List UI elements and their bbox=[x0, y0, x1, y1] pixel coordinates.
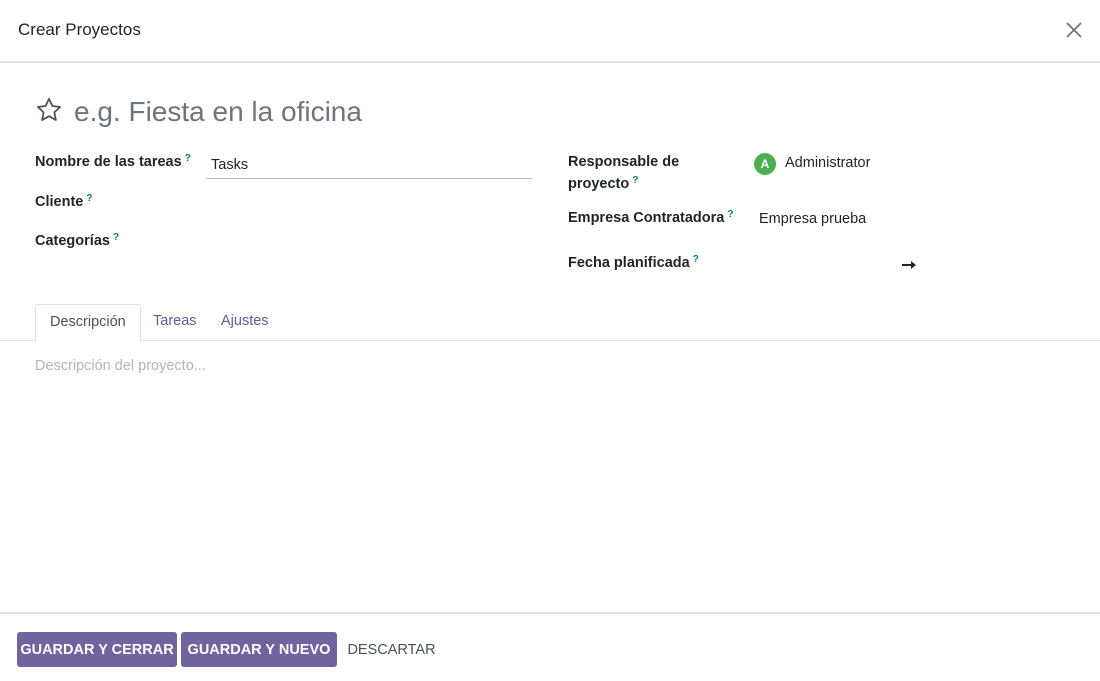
dialog-header: Crear Proyectos bbox=[0, 0, 1100, 63]
categories-field[interactable] bbox=[206, 230, 532, 254]
tab-tareas[interactable]: Tareas bbox=[139, 304, 211, 341]
close-icon[interactable] bbox=[1064, 20, 1084, 40]
date-end-field[interactable] bbox=[922, 253, 1062, 277]
notebook-tabs: Descripción Tareas Ajustes bbox=[0, 304, 1100, 342]
dialog-title: Crear Proyectos bbox=[18, 20, 141, 39]
planned-date-label: Fecha planificada? bbox=[568, 252, 699, 274]
task-name-label-text: Nombre de las tareas bbox=[35, 154, 182, 170]
company-field[interactable]: Empresa prueba bbox=[759, 211, 866, 227]
company-label: Empresa Contratadora? bbox=[568, 207, 733, 229]
discard-button[interactable]: DESCARTAR bbox=[341, 632, 442, 667]
categories-label-text: Categorías bbox=[35, 233, 110, 249]
project-name-input[interactable] bbox=[74, 92, 774, 132]
help-icon[interactable]: ? bbox=[693, 254, 699, 265]
help-icon[interactable]: ? bbox=[727, 209, 733, 220]
tab-descripcion[interactable]: Descripción bbox=[35, 304, 141, 342]
manager-label-line2: proyecto bbox=[568, 176, 630, 192]
planned-date-label-text: Fecha planificada bbox=[568, 255, 690, 271]
arrow-right-icon bbox=[900, 257, 918, 273]
customer-label: Cliente? bbox=[35, 191, 92, 213]
help-icon[interactable]: ? bbox=[632, 175, 638, 186]
save-new-button[interactable]: GUARDAR Y NUEVO bbox=[181, 632, 337, 667]
manager-label-line1: Responsable de bbox=[568, 154, 680, 170]
help-icon[interactable]: ? bbox=[185, 153, 191, 164]
customer-field[interactable] bbox=[206, 191, 532, 215]
task-name-input[interactable] bbox=[206, 152, 532, 179]
date-start-field[interactable] bbox=[759, 253, 895, 277]
help-icon[interactable]: ? bbox=[113, 232, 119, 243]
customer-label-text: Cliente bbox=[35, 194, 84, 210]
company-label-text: Empresa Contratadora bbox=[568, 210, 725, 226]
categories-label: Categorías? bbox=[35, 230, 119, 252]
tab-ajustes[interactable]: Ajustes bbox=[207, 304, 283, 341]
star-outline-icon[interactable] bbox=[35, 96, 63, 124]
save-close-button[interactable]: GUARDAR Y CERRAR bbox=[17, 632, 177, 667]
description-textarea[interactable] bbox=[35, 358, 1065, 588]
help-icon[interactable]: ? bbox=[86, 193, 92, 204]
manager-field[interactable]: Administrator bbox=[785, 155, 870, 171]
manager-label: Responsable de proyecto? bbox=[568, 151, 679, 195]
avatar: A bbox=[754, 153, 776, 175]
task-name-label: Nombre de las tareas? bbox=[35, 151, 191, 173]
dialog-footer: GUARDAR Y CERRAR GUARDAR Y NUEVO DESCART… bbox=[0, 612, 1100, 681]
